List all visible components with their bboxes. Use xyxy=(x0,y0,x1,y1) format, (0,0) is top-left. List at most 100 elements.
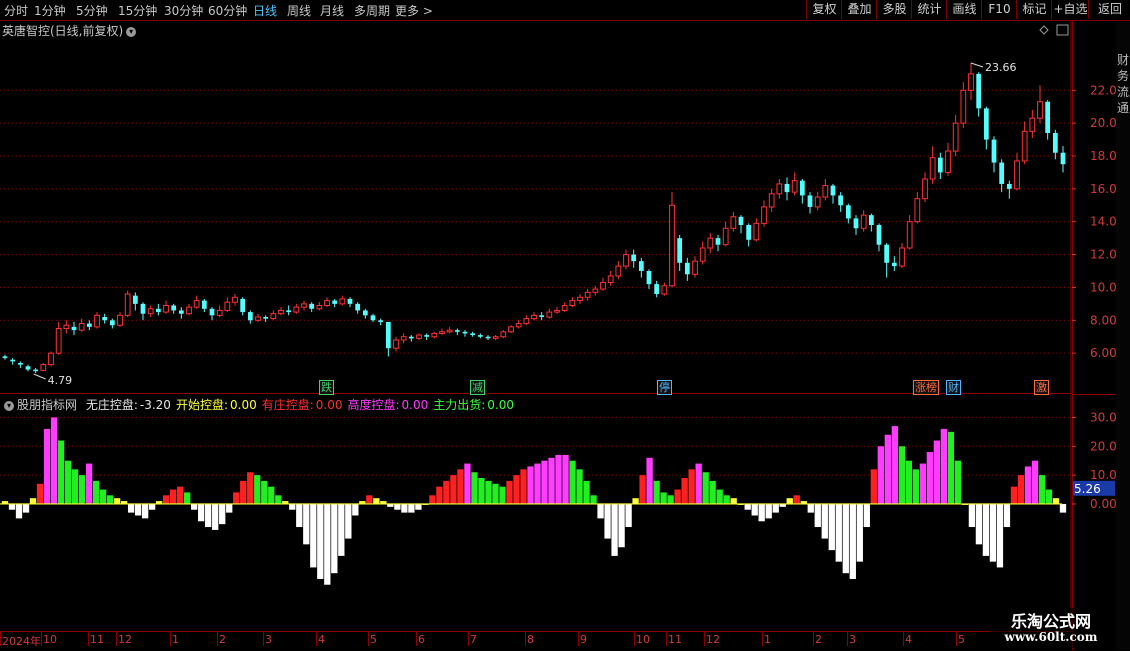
indicator-bar xyxy=(1052,498,1060,504)
side-panel-strip[interactable]: 财务流通 xyxy=(1116,21,1130,650)
date-label: 4 xyxy=(905,633,912,646)
toolbar-button[interactable]: 复权 xyxy=(806,0,842,19)
indicator-bar xyxy=(632,498,639,504)
indicator-bar xyxy=(71,469,79,504)
indicator-bar xyxy=(590,495,597,504)
indicator-value-number: 0.00 xyxy=(487,398,515,412)
indicator-bar xyxy=(534,463,541,504)
candle xyxy=(945,142,951,176)
candle xyxy=(477,333,483,339)
indicator-bar xyxy=(674,489,681,504)
candle xyxy=(163,300,169,314)
candle xyxy=(247,310,253,324)
price-tick-label: 10.00 xyxy=(1090,280,1118,294)
date-tick xyxy=(762,632,763,646)
toolbar-button[interactable]: 统计 xyxy=(911,0,947,19)
candle xyxy=(508,325,514,334)
indicator-bar xyxy=(982,503,990,556)
period-tab[interactable]: 更多 > xyxy=(395,2,433,19)
indicator-bar xyxy=(765,503,772,519)
candle xyxy=(416,333,422,340)
date-tick xyxy=(525,632,526,646)
candle xyxy=(730,211,737,232)
date-label: 3 xyxy=(265,633,272,646)
indicator-bar xyxy=(191,503,198,510)
indicator-bar xyxy=(64,460,72,504)
date-label: 5 xyxy=(370,633,377,646)
period-tab[interactable]: 周线 xyxy=(287,2,311,19)
indicator-bar xyxy=(527,466,534,504)
candle xyxy=(355,302,361,314)
date-tick xyxy=(634,632,635,646)
period-tab[interactable]: 1分钟 xyxy=(34,2,66,19)
candle xyxy=(171,303,177,314)
candle xyxy=(1006,180,1012,199)
indicator-bar xyxy=(919,463,927,504)
candle xyxy=(216,305,223,317)
indicator-bar xyxy=(170,489,177,504)
indicator-bar xyxy=(394,503,401,510)
event-tag[interactable]: 涨榜 xyxy=(913,380,939,395)
event-tag[interactable]: 财 xyxy=(946,380,961,395)
candle xyxy=(799,179,805,204)
candle xyxy=(899,243,905,268)
candle xyxy=(209,307,215,321)
indicator-panel[interactable] xyxy=(0,395,1072,630)
toolbar-button[interactable]: 标记 xyxy=(1016,0,1052,19)
toolbar-button[interactable]: F10 xyxy=(981,0,1017,19)
indicator-value: 高度控盘: 0.00 xyxy=(347,398,428,412)
period-tab[interactable]: 60分钟 xyxy=(208,2,247,19)
watermark-logo: 乐淘公式网 www.60lt.com xyxy=(990,608,1112,648)
indicator-value-number: 0.00 xyxy=(401,398,429,412)
price-chart-panel[interactable]: 23.66 4.79 xyxy=(0,21,1072,394)
candle xyxy=(186,303,192,316)
indicator-bar xyxy=(457,469,464,504)
event-tag[interactable]: 跌 xyxy=(319,380,334,395)
candle xyxy=(316,302,323,311)
date-label: 2024年 xyxy=(2,635,41,648)
toolbar-button[interactable]: 画线 xyxy=(946,0,982,19)
indicator-value: 开始控盘: 0.00 xyxy=(176,398,257,412)
period-tab[interactable]: 15分钟 xyxy=(118,2,157,19)
indicator-bar xyxy=(366,495,373,504)
candle xyxy=(807,192,813,214)
indicator-bar xyxy=(975,503,983,545)
candle xyxy=(569,297,576,308)
indicator-bar xyxy=(926,452,934,504)
indicator-bar xyxy=(219,503,226,525)
date-tick xyxy=(0,632,1,646)
period-tab[interactable]: 分时 xyxy=(4,2,28,19)
indicator-bar xyxy=(15,503,23,519)
indicator-chart-svg[interactable] xyxy=(0,395,1072,630)
candle xyxy=(1021,121,1028,165)
period-tab[interactable]: 日线 xyxy=(253,2,277,19)
toolbar-button[interactable]: 叠加 xyxy=(841,0,877,19)
toolbar-button[interactable]: 多股 xyxy=(876,0,912,19)
toolbar-button[interactable]: 返回 xyxy=(1088,0,1130,19)
chevron-down-icon[interactable]: ▾ xyxy=(126,26,137,37)
indicator-bar xyxy=(296,503,303,528)
candle xyxy=(891,256,897,271)
period-tab[interactable]: 月线 xyxy=(320,2,344,19)
toolbar-button[interactable]: +自选 xyxy=(1051,0,1089,19)
chevron-down-icon[interactable]: ▾ xyxy=(4,400,14,411)
event-tag[interactable]: 停 xyxy=(657,380,672,395)
period-tab[interactable]: 30分钟 xyxy=(164,2,203,19)
period-tab[interactable]: 多周期 xyxy=(354,2,390,19)
candle xyxy=(677,234,683,271)
indicator-bar xyxy=(576,469,583,504)
date-tick xyxy=(468,632,469,646)
indicator-bar xyxy=(562,454,569,504)
candle xyxy=(845,203,851,224)
indicator-bar xyxy=(471,472,478,504)
indicator-bar xyxy=(870,469,877,504)
candle xyxy=(722,221,729,247)
price-chart-svg[interactable]: 23.66 4.79 xyxy=(0,21,1072,394)
event-tag[interactable]: 减 xyxy=(470,380,485,395)
event-tag[interactable]: 激 xyxy=(1034,380,1049,395)
candle xyxy=(178,307,184,319)
indicator-bar xyxy=(254,475,261,504)
period-tab[interactable]: 5分钟 xyxy=(76,2,108,19)
indicator-value-number: -3.20 xyxy=(139,398,171,412)
candle xyxy=(140,302,146,321)
